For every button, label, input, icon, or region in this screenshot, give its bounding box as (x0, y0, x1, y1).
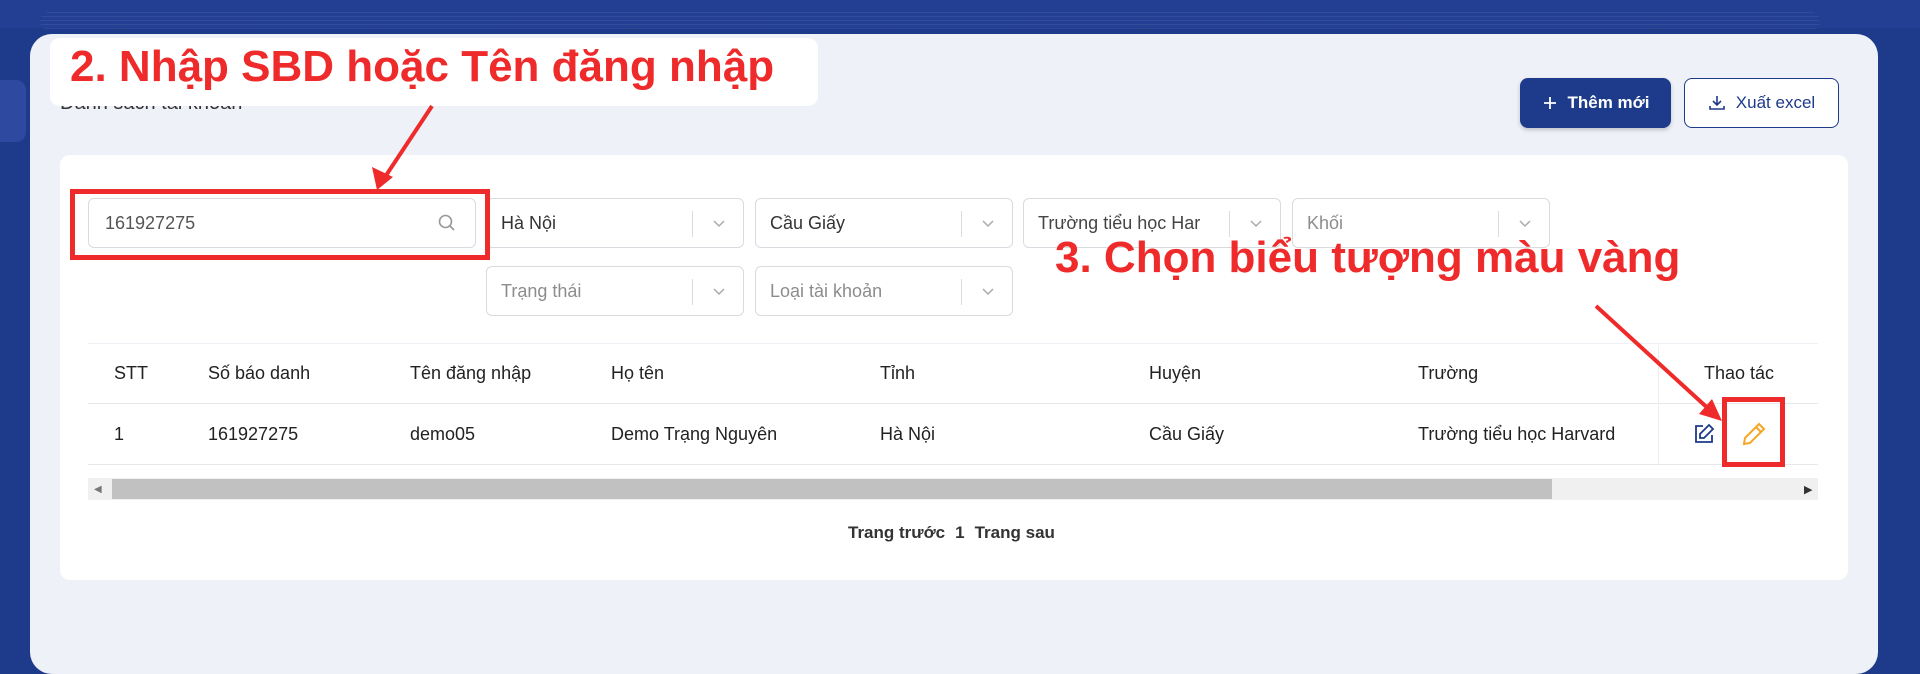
arrow-to-search (372, 104, 434, 190)
arrow-to-pencil (1594, 304, 1722, 421)
annotation-arrows (372, 104, 1722, 421)
